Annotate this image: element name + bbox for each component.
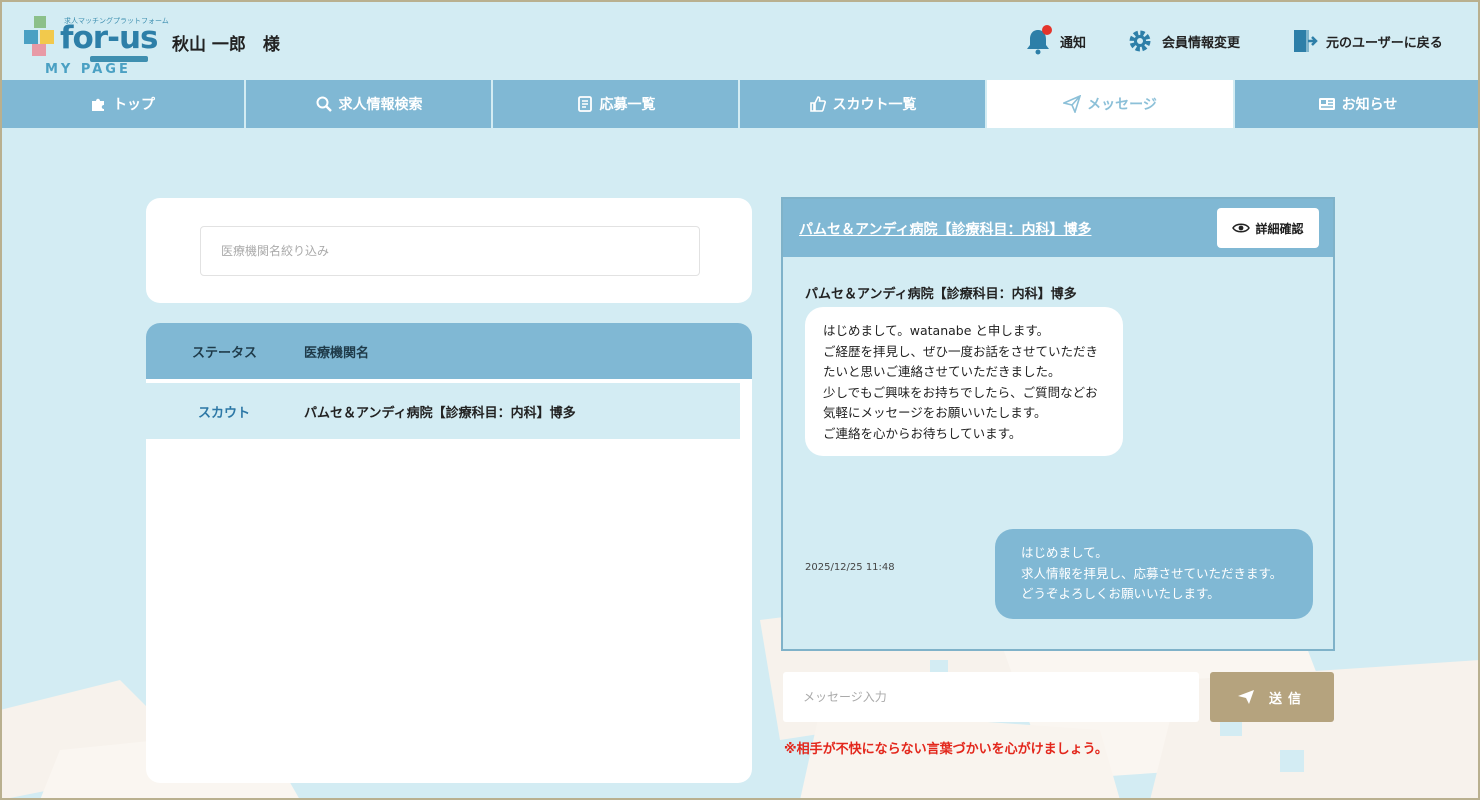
tab-applications-label: 応募一覧 [599, 97, 656, 113]
member-settings-button[interactable]: 会員情報変更 [1126, 26, 1240, 56]
incoming-timestamp: 2025/12/25 11:48 [805, 562, 895, 573]
etiquette-note: ※相手が不快にならない言葉づかいを心がけましょう。 [784, 742, 1108, 757]
detail-button[interactable]: 詳細確認 [1217, 208, 1319, 248]
row-facility-name: パムセ＆アンディ病院【診療科目：内科】博多 [304, 405, 576, 421]
logo[interactable]: 求人マッチングプラットフォーム for-us MY PAGE [20, 8, 169, 77]
send-button-label: 送信 [1268, 691, 1307, 707]
conversation-list: ステータス 医療機関名 スカウト パムセ＆アンディ病院【診療科目：内科】博多 [146, 323, 752, 783]
paper-plane-icon [1237, 690, 1254, 704]
bell-icon [1024, 25, 1052, 55]
gear-icon [1126, 27, 1154, 55]
chat-panel: パムセ＆アンディ病院【診療科目：内科】博多 詳細確認 パムセ＆アンディ病院【診療… [781, 197, 1335, 651]
eye-icon [1232, 223, 1251, 233]
tab-scouts-label: スカウト一覧 [832, 97, 917, 113]
header-facility-name: 医療機関名 [304, 345, 370, 361]
tab-messages-label: メッセージ [1087, 97, 1157, 113]
logo-mypage: MY PAGE [45, 62, 131, 77]
row-status: スカウト [198, 405, 251, 421]
tab-messages[interactable]: メッセージ [987, 80, 1235, 128]
tab-top-label: トップ [113, 97, 155, 113]
puzzle-logo-icon [24, 16, 54, 56]
list-item[interactable]: スカウト パムセ＆アンディ病院【診療科目：内科】博多 [146, 383, 740, 439]
filter-card [146, 198, 752, 303]
return-user-button[interactable]: 元のユーザーに戻る [1290, 26, 1443, 56]
facility-filter-input[interactable] [200, 226, 700, 276]
tab-applications[interactable]: 応募一覧 [493, 80, 740, 128]
header-status: ステータス [192, 345, 258, 361]
puzzle-icon [92, 98, 104, 111]
main-nav: トップ 求人情報検索 応募一覧 スカウト一覧 メッセージ お知らせ [0, 80, 1480, 128]
tab-scouts[interactable]: スカウト一覧 [740, 80, 987, 128]
logo-text: for-us [60, 20, 158, 56]
tab-job-search-label: 求人情報検索 [338, 97, 423, 113]
tab-job-search[interactable]: 求人情報検索 [246, 80, 493, 128]
user-name: 秋山 一郎 様 [172, 35, 280, 55]
send-button[interactable]: 送信 [1210, 672, 1334, 722]
chat-header: パムセ＆アンディ病院【診療科目：内科】博多 詳細確認 [783, 199, 1333, 257]
thumbs-up-icon [809, 96, 826, 112]
message-input[interactable] [783, 672, 1199, 722]
notification-badge [1042, 25, 1052, 35]
tab-top[interactable]: トップ [0, 80, 246, 128]
incoming-message: はじめまして。watanabe と申します。 ご経歴を拝見し、ぜひ一度お話をさせ… [805, 307, 1123, 456]
tab-news[interactable]: お知らせ [1235, 80, 1480, 128]
notification-label: 通知 [1060, 35, 1087, 51]
exit-door-icon [1290, 27, 1318, 55]
search-icon [316, 96, 332, 112]
member-settings-label: 会員情報変更 [1162, 35, 1241, 51]
return-user-label: 元のユーザーに戻る [1326, 35, 1443, 51]
detail-button-label: 詳細確認 [1255, 221, 1304, 236]
list-header: ステータス 医療機関名 [146, 323, 752, 379]
newspaper-icon [1318, 98, 1335, 110]
tab-news-label: お知らせ [1341, 97, 1398, 113]
document-icon [577, 96, 592, 112]
notification-button[interactable]: 通知 [1024, 25, 1087, 56]
paper-plane-icon [1063, 95, 1082, 113]
outgoing-message: はじめまして。 求人情報を拝見し、応募させていただきます。 どうぞよろしくお願い… [995, 529, 1313, 619]
chat-title-link[interactable]: パムセ＆アンディ病院【診療科目：内科】博多 [799, 219, 1091, 239]
sender-name: パムセ＆アンディ病院【診療科目：内科】博多 [805, 287, 1077, 302]
header: 求人マッチングプラットフォーム for-us MY PAGE 秋山 一郎 様 通… [0, 0, 1480, 80]
chat-messages[interactable]: パムセ＆アンディ病院【診療科目：内科】博多 はじめまして。watanabe と申… [783, 257, 1333, 649]
